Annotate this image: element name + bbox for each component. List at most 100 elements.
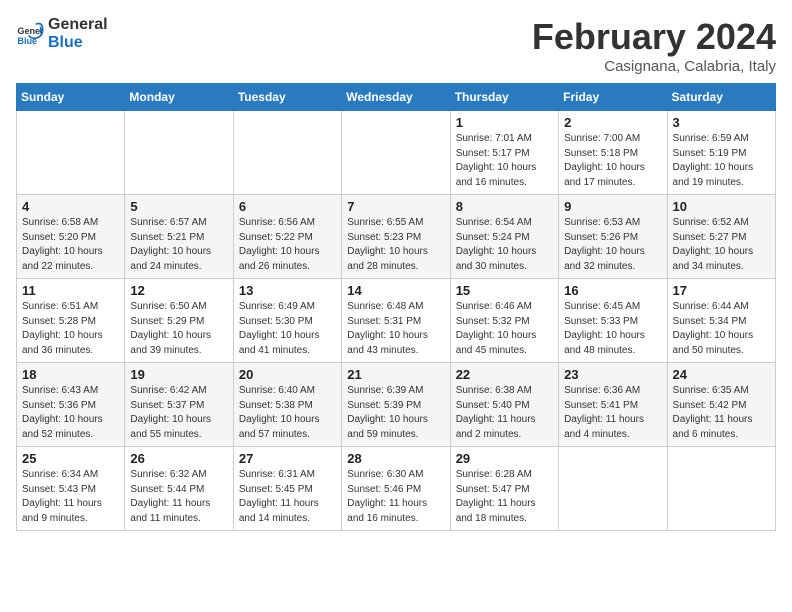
day-number: 7 bbox=[347, 199, 444, 214]
day-info: Sunrise: 6:35 AM Sunset: 5:42 PM Dayligh… bbox=[673, 384, 770, 442]
logo-general: General bbox=[48, 16, 108, 34]
page-header: General Blue General Blue February 2024 … bbox=[16, 16, 776, 75]
calendar-cell: 9 Sunrise: 6:53 AM Sunset: 5:26 PM Daylig… bbox=[559, 195, 667, 279]
weekday-header-saturday: Saturday bbox=[667, 84, 775, 111]
day-info: Sunrise: 6:36 AM Sunset: 5:41 PM Dayligh… bbox=[564, 384, 661, 442]
weekday-row: SundayMondayTuesdayWednesdayThursdayFrid… bbox=[17, 84, 776, 111]
day-number: 24 bbox=[673, 367, 770, 382]
day-number: 15 bbox=[456, 283, 553, 298]
day-number: 25 bbox=[22, 451, 119, 466]
calendar-cell: 6 Sunrise: 6:56 AM Sunset: 5:22 PM Daylig… bbox=[233, 195, 341, 279]
calendar-cell bbox=[342, 111, 450, 195]
calendar-header: SundayMondayTuesdayWednesdayThursdayFrid… bbox=[17, 84, 776, 111]
calendar-cell bbox=[667, 447, 775, 531]
day-info: Sunrise: 6:56 AM Sunset: 5:22 PM Dayligh… bbox=[239, 216, 336, 274]
day-info: Sunrise: 6:30 AM Sunset: 5:46 PM Dayligh… bbox=[347, 468, 444, 526]
month-title: February 2024 bbox=[532, 16, 776, 58]
calendar-cell: 27Sunrise: 6:31 AM Sunset: 5:45 PM Dayli… bbox=[233, 447, 341, 531]
calendar-cell: 28 Sunrise: 6:30 AM Sunset: 5:46 PM Dayli… bbox=[342, 447, 450, 531]
calendar-cell: 18 Sunrise: 6:43 AM Sunset: 5:36 PM Dayli… bbox=[17, 363, 125, 447]
day-info: Sunrise: 6:34 AM Sunset: 5:43 PM Dayligh… bbox=[22, 468, 119, 526]
calendar-cell: 26 Sunrise: 6:32 AM Sunset: 5:44 PM Dayli… bbox=[125, 447, 233, 531]
svg-text:Blue: Blue bbox=[17, 35, 37, 45]
day-info: Sunrise: 6:43 AM Sunset: 5:36 PM Dayligh… bbox=[22, 384, 119, 442]
calendar-cell bbox=[125, 111, 233, 195]
day-info: Sunrise: 6:52 AM Sunset: 5:27 PM Dayligh… bbox=[673, 216, 770, 274]
calendar-cell: 21 Sunrise: 6:39 AM Sunset: 5:39 PM Dayli… bbox=[342, 363, 450, 447]
calendar-body: 1 Sunrise: 7:01 AM Sunset: 5:17 PM Daylig… bbox=[17, 111, 776, 531]
weekday-header-wednesday: Wednesday bbox=[342, 84, 450, 111]
weekday-header-tuesday: Tuesday bbox=[233, 84, 341, 111]
calendar-cell: 29Sunrise: 6:28 AM Sunset: 5:47 PM Dayli… bbox=[450, 447, 558, 531]
day-number: 5 bbox=[130, 199, 227, 214]
calendar-cell: 24 Sunrise: 6:35 AM Sunset: 5:42 PM Dayli… bbox=[667, 363, 775, 447]
day-number: 27 bbox=[239, 451, 336, 466]
calendar-week-4: 18 Sunrise: 6:43 AM Sunset: 5:36 PM Dayli… bbox=[17, 363, 776, 447]
day-info: Sunrise: 6:44 AM Sunset: 5:34 PM Dayligh… bbox=[673, 300, 770, 358]
calendar-cell: 8Sunrise: 6:54 AM Sunset: 5:24 PM Daylig… bbox=[450, 195, 558, 279]
calendar-table: SundayMondayTuesdayWednesdayThursdayFrid… bbox=[16, 83, 776, 531]
title-block: February 2024 Casignana, Calabria, Italy bbox=[532, 16, 776, 75]
day-number: 11 bbox=[22, 283, 119, 298]
calendar-cell: 23 Sunrise: 6:36 AM Sunset: 5:41 PM Dayli… bbox=[559, 363, 667, 447]
weekday-header-sunday: Sunday bbox=[17, 84, 125, 111]
day-info: Sunrise: 6:55 AM Sunset: 5:23 PM Dayligh… bbox=[347, 216, 444, 274]
calendar-cell: 4Sunrise: 6:58 AM Sunset: 5:20 PM Daylig… bbox=[17, 195, 125, 279]
day-number: 9 bbox=[564, 199, 661, 214]
calendar-cell: 3Sunrise: 6:59 AM Sunset: 5:19 PM Daylig… bbox=[667, 111, 775, 195]
calendar-cell: 20 Sunrise: 6:40 AM Sunset: 5:38 PM Dayli… bbox=[233, 363, 341, 447]
day-number: 13 bbox=[239, 283, 336, 298]
day-number: 26 bbox=[130, 451, 227, 466]
calendar-cell: 13Sunrise: 6:49 AM Sunset: 5:30 PM Dayli… bbox=[233, 279, 341, 363]
day-info: Sunrise: 6:51 AM Sunset: 5:28 PM Dayligh… bbox=[22, 300, 119, 358]
logo: General Blue General Blue bbox=[16, 16, 108, 51]
day-info: Sunrise: 6:48 AM Sunset: 5:31 PM Dayligh… bbox=[347, 300, 444, 358]
day-info: Sunrise: 6:40 AM Sunset: 5:38 PM Dayligh… bbox=[239, 384, 336, 442]
day-number: 2 bbox=[564, 115, 661, 130]
calendar-cell: 15 Sunrise: 6:46 AM Sunset: 5:32 PM Dayli… bbox=[450, 279, 558, 363]
day-number: 21 bbox=[347, 367, 444, 382]
calendar-cell: 25 Sunrise: 6:34 AM Sunset: 5:43 PM Dayli… bbox=[17, 447, 125, 531]
day-number: 3 bbox=[673, 115, 770, 130]
calendar-cell: 7 Sunrise: 6:55 AM Sunset: 5:23 PM Daylig… bbox=[342, 195, 450, 279]
weekday-header-monday: Monday bbox=[125, 84, 233, 111]
day-info: Sunrise: 6:38 AM Sunset: 5:40 PM Dayligh… bbox=[456, 384, 553, 442]
day-number: 6 bbox=[239, 199, 336, 214]
day-info: Sunrise: 6:28 AM Sunset: 5:47 PM Dayligh… bbox=[456, 468, 553, 526]
calendar-cell: 5Sunrise: 6:57 AM Sunset: 5:21 PM Daylig… bbox=[125, 195, 233, 279]
calendar-cell: 2 Sunrise: 7:00 AM Sunset: 5:18 PM Daylig… bbox=[559, 111, 667, 195]
weekday-header-thursday: Thursday bbox=[450, 84, 558, 111]
logo-blue: Blue bbox=[48, 34, 108, 52]
day-number: 8 bbox=[456, 199, 553, 214]
day-number: 10 bbox=[673, 199, 770, 214]
day-info: Sunrise: 6:46 AM Sunset: 5:32 PM Dayligh… bbox=[456, 300, 553, 358]
logo-icon: General Blue bbox=[16, 20, 44, 48]
calendar-cell: 10 Sunrise: 6:52 AM Sunset: 5:27 PM Dayli… bbox=[667, 195, 775, 279]
calendar-cell: 1 Sunrise: 7:01 AM Sunset: 5:17 PM Daylig… bbox=[450, 111, 558, 195]
calendar-cell: 14 Sunrise: 6:48 AM Sunset: 5:31 PM Dayli… bbox=[342, 279, 450, 363]
day-info: Sunrise: 6:32 AM Sunset: 5:44 PM Dayligh… bbox=[130, 468, 227, 526]
day-info: Sunrise: 6:50 AM Sunset: 5:29 PM Dayligh… bbox=[130, 300, 227, 358]
day-number: 14 bbox=[347, 283, 444, 298]
day-info: Sunrise: 6:45 AM Sunset: 5:33 PM Dayligh… bbox=[564, 300, 661, 358]
day-number: 12 bbox=[130, 283, 227, 298]
day-number: 20 bbox=[239, 367, 336, 382]
calendar-week-1: 1 Sunrise: 7:01 AM Sunset: 5:17 PM Daylig… bbox=[17, 111, 776, 195]
calendar-cell bbox=[233, 111, 341, 195]
calendar-cell: 17Sunrise: 6:44 AM Sunset: 5:34 PM Dayli… bbox=[667, 279, 775, 363]
day-info: Sunrise: 6:53 AM Sunset: 5:26 PM Dayligh… bbox=[564, 216, 661, 274]
calendar-week-5: 25 Sunrise: 6:34 AM Sunset: 5:43 PM Dayli… bbox=[17, 447, 776, 531]
day-number: 28 bbox=[347, 451, 444, 466]
day-number: 18 bbox=[22, 367, 119, 382]
day-info: Sunrise: 7:00 AM Sunset: 5:18 PM Dayligh… bbox=[564, 132, 661, 190]
day-number: 23 bbox=[564, 367, 661, 382]
day-number: 16 bbox=[564, 283, 661, 298]
day-info: Sunrise: 6:58 AM Sunset: 5:20 PM Dayligh… bbox=[22, 216, 119, 274]
day-info: Sunrise: 6:39 AM Sunset: 5:39 PM Dayligh… bbox=[347, 384, 444, 442]
calendar-cell: 19Sunrise: 6:42 AM Sunset: 5:37 PM Dayli… bbox=[125, 363, 233, 447]
day-info: Sunrise: 7:01 AM Sunset: 5:17 PM Dayligh… bbox=[456, 132, 553, 190]
day-number: 19 bbox=[130, 367, 227, 382]
calendar-cell: 11 Sunrise: 6:51 AM Sunset: 5:28 PM Dayli… bbox=[17, 279, 125, 363]
day-number: 1 bbox=[456, 115, 553, 130]
calendar-cell bbox=[559, 447, 667, 531]
